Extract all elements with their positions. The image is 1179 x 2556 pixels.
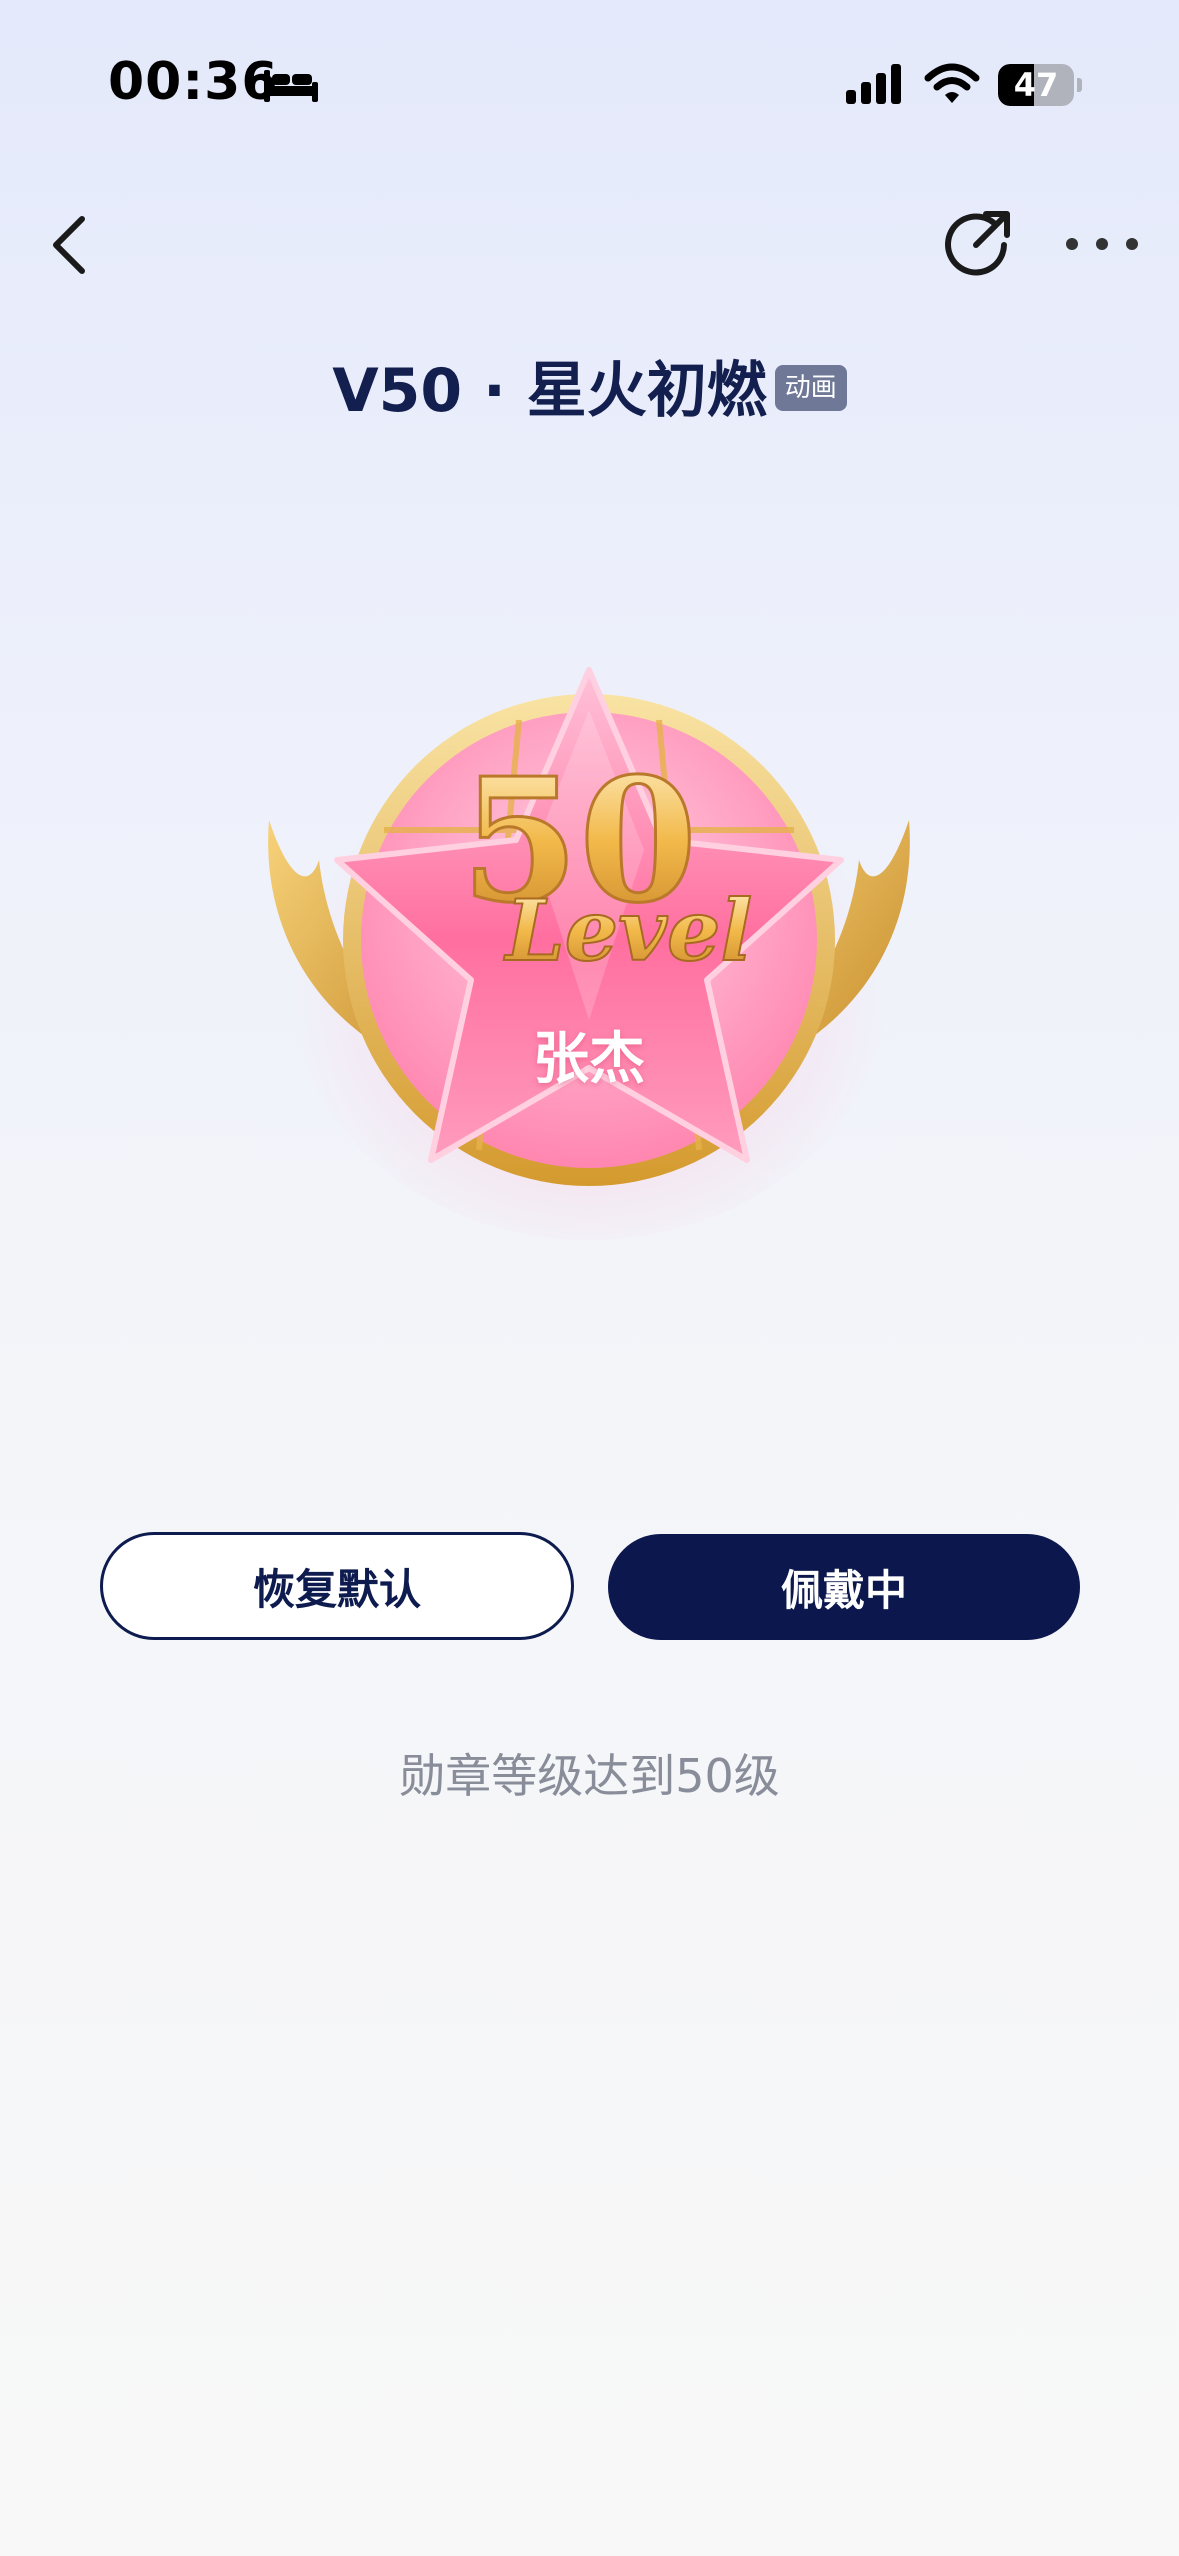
medal: 50 Level 张杰 (249, 650, 929, 1250)
animation-badge: 动画 (774, 365, 847, 411)
restore-default-button[interactable]: 恢复默认 (100, 1532, 574, 1640)
share-icon[interactable] (940, 205, 1016, 281)
more-icon[interactable] (1060, 222, 1144, 266)
back-arrow-icon[interactable] (42, 205, 102, 285)
title-row: V50 · 星火初燃 动画 (0, 340, 1179, 430)
status-time: 00:36 (108, 52, 279, 112)
medal-level-script: Level (504, 881, 753, 980)
medal-name: 张杰 (533, 1027, 645, 1092)
battery-percent: 47 (1013, 66, 1059, 104)
battery-icon: 47 (998, 64, 1082, 106)
medal-description: 勋章等级达到50级 (399, 1749, 780, 1803)
wearing-button[interactable]: 佩戴中 (608, 1534, 1080, 1640)
medal-graphic: 50 Level (268, 667, 910, 1240)
page-title: V50 · 星火初燃 (332, 355, 767, 426)
wifi-icon (924, 63, 980, 103)
bed-icon (264, 70, 318, 102)
signal-icon (846, 64, 901, 104)
status-bar: 00:36 47 (0, 0, 1179, 170)
